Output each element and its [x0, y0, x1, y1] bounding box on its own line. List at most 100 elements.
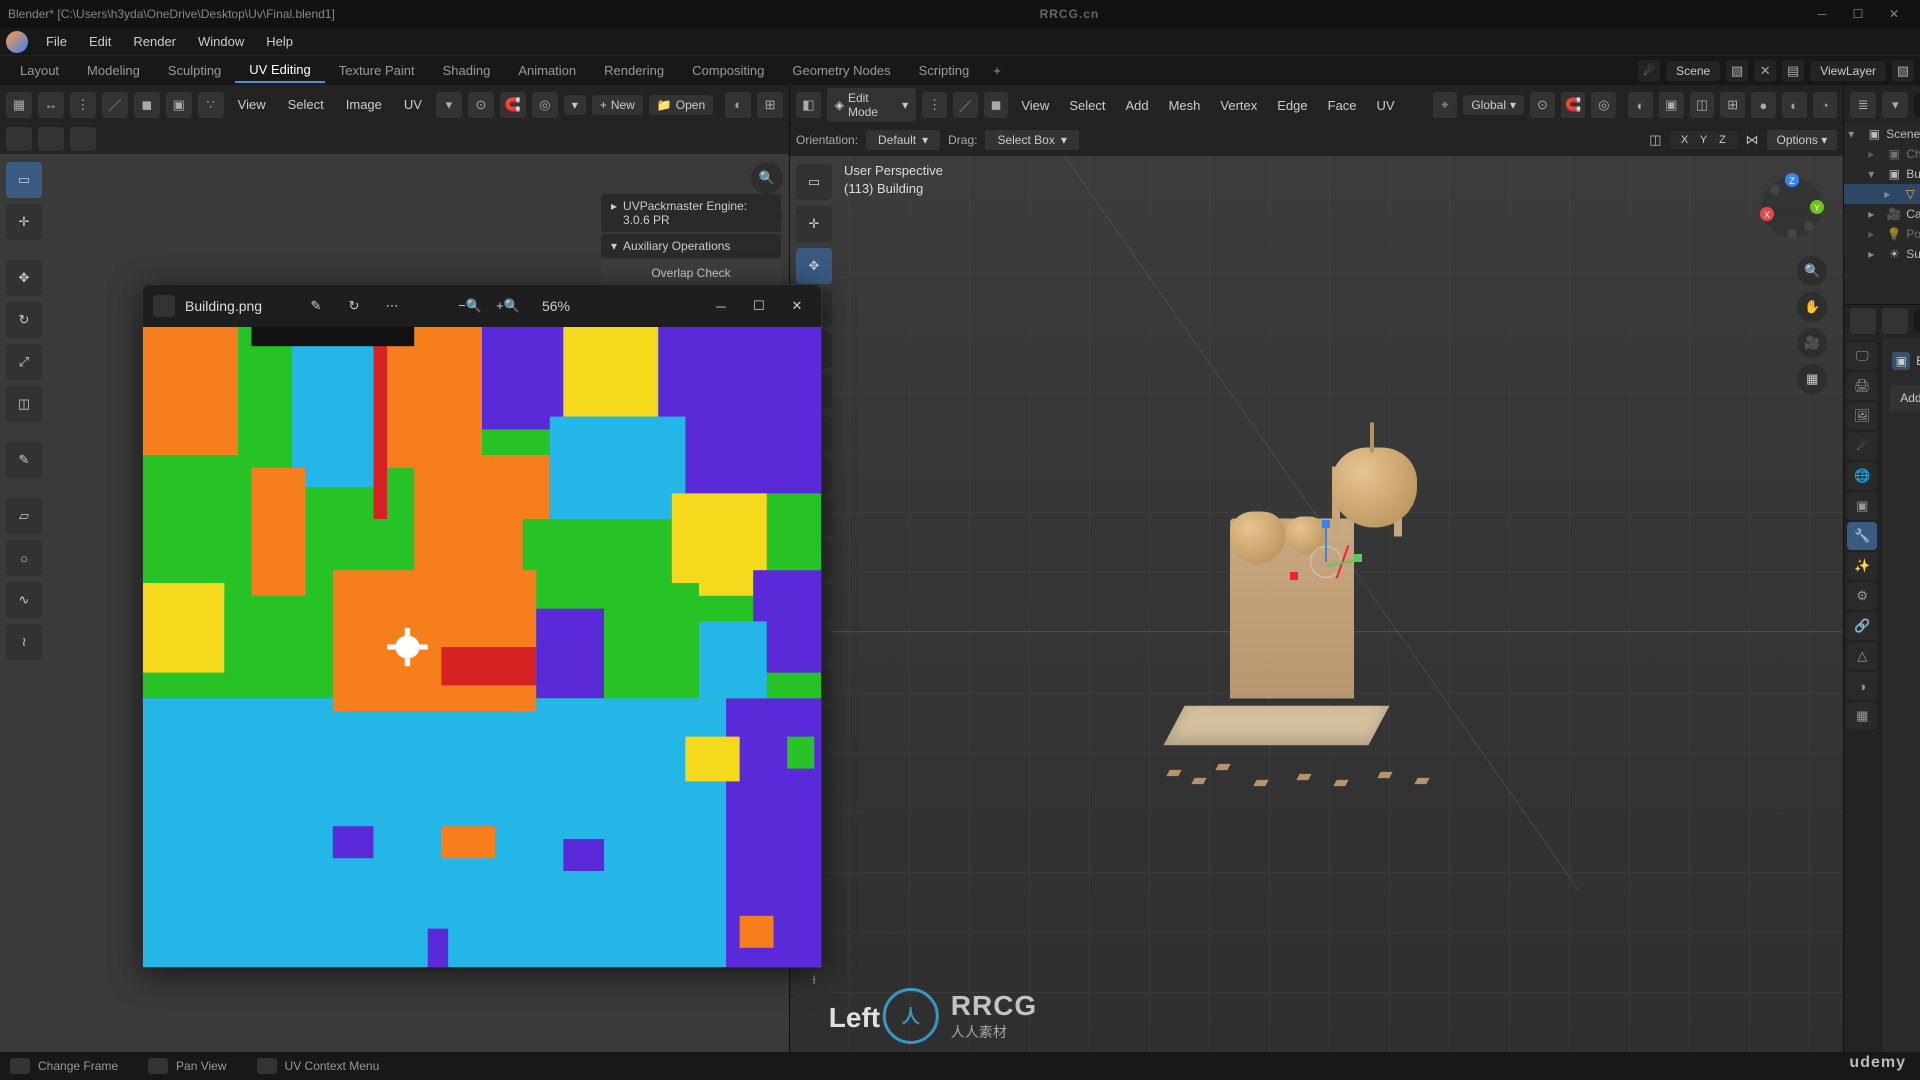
sel-mode-face-icon[interactable]: ◼ [134, 92, 160, 118]
nav-gizmo[interactable]: Z Y X [1757, 172, 1827, 242]
viewlayer-icon[interactable]: ▤ [1782, 60, 1804, 82]
vp-menu-select[interactable]: Select [1062, 95, 1112, 116]
viewport-canvas[interactable]: User Perspective (113) Building ▭ ✛ ✥ ↻ … [790, 156, 1843, 1052]
vtool-select[interactable]: ▭ [796, 164, 832, 200]
outliner-sun[interactable]: ▸☀ Sun 👁📷 [1844, 244, 1920, 264]
selmode-edge-icon[interactable]: ／ [953, 92, 978, 118]
add-modifier-button[interactable]: Add Modifier▾ [1890, 385, 1920, 411]
tool-relax-uv[interactable]: ∿ [6, 582, 42, 618]
ptab-render[interactable]: 🖵 [1847, 342, 1877, 370]
tab-compositing[interactable]: Compositing [678, 59, 778, 82]
axis-y[interactable]: Y [1695, 134, 1713, 146]
selmode-face-icon[interactable]: ◼ [984, 92, 1009, 118]
uv-snap-icon[interactable]: 🧲 [500, 92, 526, 118]
transform-orient-dd[interactable]: Global ▾ [1463, 95, 1524, 115]
tab-shading[interactable]: Shading [429, 59, 505, 82]
tab-sculpting[interactable]: Sculpting [154, 59, 235, 82]
edit-image-icon[interactable]: ✎ [302, 292, 330, 320]
editor-type-3d-icon[interactable]: ◧ [796, 92, 821, 118]
image-viewer-window[interactable]: Building.png ✎ ↻ ⋯ −🔍 +🔍 56% ─ ☐ ✕ [142, 284, 822, 968]
props-type-icon[interactable] [1850, 308, 1876, 334]
scene-remove-icon[interactable]: ✕ [1754, 60, 1776, 82]
tab-animation[interactable]: Animation [504, 59, 590, 82]
ptab-material[interactable]: ◑ [1847, 672, 1877, 700]
uv-zoom-in-icon[interactable]: 🔍 [751, 162, 783, 194]
sel-mode-edge-icon[interactable]: ／ [102, 92, 128, 118]
scene-new-icon[interactable]: ▧ [1726, 60, 1748, 82]
overlap-check-button[interactable]: Overlap Check [601, 260, 781, 286]
orientation-dd[interactable]: Default ▾ [866, 130, 940, 150]
shade-wire-icon[interactable]: ⊞ [1720, 92, 1745, 118]
tab-uv-editing[interactable]: UV Editing [235, 58, 324, 83]
vp-pan-icon[interactable]: ✋ [1797, 292, 1827, 322]
add-workspace-button[interactable]: + [983, 59, 1011, 82]
move-gizmo[interactable] [1296, 532, 1356, 592]
shade-matprev-icon[interactable]: ◐ [1782, 92, 1807, 118]
outliner-type-icon[interactable]: ≣ [1850, 92, 1876, 118]
ptab-constraints[interactable]: 🔗 [1847, 612, 1877, 640]
sub-sel1-icon[interactable] [6, 127, 32, 151]
axis-z[interactable]: Z [1714, 134, 1732, 146]
vp-menu-add[interactable]: Add [1118, 95, 1155, 116]
outliner-camera[interactable]: ▸🎥 Camera ◈ 👁📷 [1844, 204, 1920, 224]
outliner-scene-collection[interactable]: ▾▣ Scene Collection [1844, 124, 1920, 144]
outliner-characters[interactable]: ▸▣ Characters ▽6 ☐👁📷 [1844, 144, 1920, 164]
outliner-point[interactable]: ▸💡 Point 👁📷 [1844, 224, 1920, 244]
vp-menu-mesh[interactable]: Mesh [1162, 95, 1208, 116]
shade-render-icon[interactable]: ◔ [1813, 92, 1838, 118]
uv-menu-image[interactable]: Image [338, 94, 390, 115]
tool-cursor[interactable]: ✛ [6, 204, 42, 240]
tool-rip[interactable]: ▱ [6, 498, 42, 534]
selmode-vert-icon[interactable]: ⋮ [922, 92, 947, 118]
props-pin-icon[interactable] [1882, 308, 1908, 334]
ptab-output[interactable]: 🖨 [1847, 372, 1877, 400]
img-close-icon[interactable]: ✕ [783, 292, 811, 320]
vp-zoom-icon[interactable]: 🔍 [1797, 256, 1827, 286]
img-maximize-icon[interactable]: ☐ [745, 292, 773, 320]
transform-orient-icon[interactable]: ⌖ [1433, 92, 1458, 118]
tool-move[interactable]: ✥ [6, 260, 42, 296]
options-dd[interactable]: Options ▾ [1767, 130, 1838, 150]
image-content[interactable] [143, 327, 821, 967]
ptab-scene[interactable]: ☄ [1847, 432, 1877, 460]
vp-menu-vertex[interactable]: Vertex [1213, 95, 1264, 116]
scene-field[interactable]: Scene [1666, 61, 1720, 81]
scene-icon[interactable]: ☄ [1638, 60, 1660, 82]
automerge-icon[interactable]: ⋈ [1746, 132, 1759, 148]
gizmo-icon[interactable]: ◐ [1628, 92, 1653, 118]
ptab-particles[interactable]: ✨ [1847, 552, 1877, 580]
vp-camera-icon[interactable]: 🎥 [1797, 328, 1827, 358]
overlay-icon[interactable]: ▣ [1659, 92, 1684, 118]
window-minimize[interactable]: ─ [1804, 7, 1840, 21]
tab-modeling[interactable]: Modeling [73, 59, 154, 82]
tool-rotate[interactable]: ↻ [6, 302, 42, 338]
uv-open-button[interactable]: 📁 Open [649, 95, 713, 115]
outliner-mode-icon[interactable]: ▾ [1882, 92, 1908, 118]
tab-texture-paint[interactable]: Texture Paint [325, 59, 429, 82]
ptab-modifier[interactable]: 🔧 [1847, 522, 1877, 550]
mirror-axes[interactable]: X Y Z [1670, 131, 1738, 149]
menu-file[interactable]: File [36, 30, 77, 53]
uv-display-icon[interactable]: ⊞ [757, 92, 783, 118]
uv-new-button[interactable]: + New [592, 95, 643, 115]
tab-geometry-nodes[interactable]: Geometry Nodes [778, 59, 904, 82]
tab-layout[interactable]: Layout [6, 59, 73, 82]
drag-dd[interactable]: Select Box ▾ [985, 130, 1078, 150]
vp-menu-edge[interactable]: Edge [1270, 95, 1314, 116]
snap-icon[interactable]: 🧲 [1561, 92, 1586, 118]
tool-scale[interactable]: ⤢ [6, 344, 42, 380]
window-maximize[interactable]: ☐ [1840, 7, 1876, 21]
uv-menu-select[interactable]: Select [280, 94, 332, 115]
vp-menu-view[interactable]: View [1014, 95, 1056, 116]
menu-render[interactable]: Render [123, 30, 186, 53]
uv-overlay-icon[interactable]: ◐ [725, 92, 751, 118]
vtool-move[interactable]: ✥ [796, 248, 832, 284]
ptab-mesh[interactable]: △ [1847, 642, 1877, 670]
propedit-icon[interactable]: ◎ [1591, 92, 1616, 118]
outliner-search-input[interactable]: 🔍 [1914, 93, 1920, 117]
sel-mode-island-icon[interactable]: ▣ [166, 92, 192, 118]
zoom-out-icon[interactable]: −🔍 [456, 292, 484, 320]
menu-help[interactable]: Help [256, 30, 303, 53]
ptab-viewlayer[interactable]: 🖼 [1847, 402, 1877, 430]
sub-sel3-icon[interactable] [70, 127, 96, 151]
